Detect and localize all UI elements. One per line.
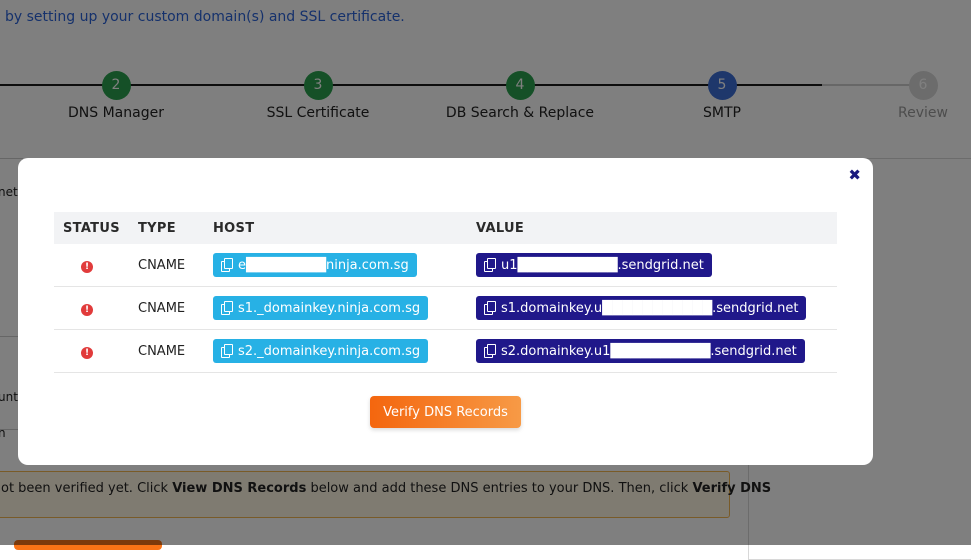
table-header-row: STATUS TYPE HOST VALUE <box>54 212 837 244</box>
record-value: s2.domainkey.u1██████████.sendgrid.net <box>501 343 797 359</box>
value-copy-button[interactable]: s1.domainkey.u███████████.sendgrid.net <box>476 296 807 320</box>
error-status-icon: ! <box>81 303 93 316</box>
dns-records-modal: ✖ STATUS TYPE HOST VALUE ! CNAME e██████… <box>18 158 873 465</box>
copy-icon <box>484 344 496 358</box>
host-copy-button[interactable]: s1._domainkey.ninja.com.sg <box>213 296 429 320</box>
copy-icon <box>221 258 233 272</box>
column-header-value: VALUE <box>467 212 837 244</box>
error-status-icon: ! <box>81 346 93 359</box>
close-icon[interactable]: ✖ <box>848 166 861 184</box>
host-copy-button[interactable]: e████████ninja.com.sg <box>213 253 417 277</box>
copy-icon <box>484 258 496 272</box>
column-header-host: HOST <box>204 212 467 244</box>
copy-icon <box>221 344 233 358</box>
copy-icon <box>221 301 233 315</box>
table-row: ! CNAME e████████ninja.com.sg u1████████… <box>54 244 837 287</box>
record-value: u1██████████.sendgrid.net <box>501 257 704 273</box>
host-copy-button[interactable]: s2._domainkey.ninja.com.sg <box>213 339 429 363</box>
table-row: ! CNAME s2._domainkey.ninja.com.sg s2.do… <box>54 329 837 373</box>
host-value: e████████ninja.com.sg <box>238 257 409 273</box>
record-type: CNAME <box>129 244 204 287</box>
record-type: CNAME <box>129 329 204 373</box>
verify-dns-records-button[interactable]: Verify DNS Records <box>370 396 521 428</box>
value-copy-button[interactable]: u1██████████.sendgrid.net <box>476 253 712 277</box>
copy-icon <box>484 301 496 315</box>
table-row: ! CNAME s1._domainkey.ninja.com.sg s1.do… <box>54 286 837 330</box>
host-value: s2._domainkey.ninja.com.sg <box>238 343 421 359</box>
column-header-status: STATUS <box>54 212 129 244</box>
dns-records-table: STATUS TYPE HOST VALUE ! CNAME e████████… <box>54 212 837 373</box>
value-copy-button[interactable]: s2.domainkey.u1██████████.sendgrid.net <box>476 339 805 363</box>
column-header-type: TYPE <box>129 212 204 244</box>
host-value: s1._domainkey.ninja.com.sg <box>238 300 421 316</box>
record-value: s1.domainkey.u███████████.sendgrid.net <box>501 300 799 316</box>
error-status-icon: ! <box>81 260 93 273</box>
record-type: CNAME <box>129 286 204 330</box>
